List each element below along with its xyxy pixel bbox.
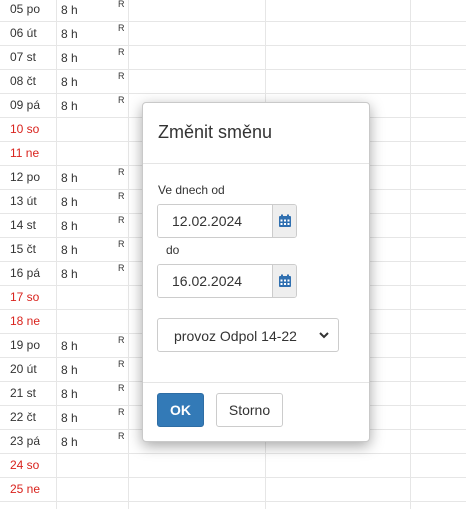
day-label: 10 so: [10, 122, 40, 136]
day-label: 09 pá: [10, 98, 41, 112]
shift-marker: R: [118, 23, 125, 33]
cancel-button[interactable]: Storno: [216, 393, 283, 427]
dialog-footer-divider: [143, 382, 369, 383]
day-label: 12 po: [10, 170, 41, 184]
dialog-header: Změnit směnu: [143, 103, 369, 164]
shift-hours: 8 h: [61, 171, 78, 185]
shift-marker: R: [118, 263, 125, 273]
shift-hours: 8 h: [61, 387, 78, 401]
calendar-row[interactable]: 24 so: [0, 454, 466, 478]
shift-hours: 8 h: [61, 363, 78, 377]
shift-hours: 8 h: [61, 75, 78, 89]
day-label: 14 st: [10, 218, 37, 232]
change-shift-dialog: Změnit směnu Ve dnech od do: [142, 102, 370, 442]
day-label: 24 so: [10, 458, 40, 472]
shift-hours: 8 h: [61, 195, 78, 209]
day-label: 22 čt: [10, 410, 37, 424]
day-label: 08 čt: [10, 74, 37, 88]
calendar-row[interactable]: 07 st 8 h R: [0, 46, 466, 70]
day-label: 06 út: [10, 26, 37, 40]
calendar-row[interactable]: 06 út 8 h R: [0, 22, 466, 46]
shift-marker: R: [118, 0, 125, 9]
chevron-down-icon: [319, 332, 329, 339]
day-label: 13 út: [10, 194, 37, 208]
calendar-row[interactable]: 08 čt 8 h R: [0, 70, 466, 94]
day-label: 07 st: [10, 50, 37, 64]
day-label: 11 ne: [10, 146, 40, 160]
shift-hours: 8 h: [61, 411, 78, 425]
date-to-calendar-button[interactable]: [272, 265, 296, 297]
shift-hours: 8 h: [61, 27, 78, 41]
date-to-label: do: [166, 243, 180, 257]
day-label: 15 čt: [10, 242, 37, 256]
day-label: 20 út: [10, 362, 37, 376]
date-from-calendar-button[interactable]: [272, 205, 296, 237]
shift-marker: R: [118, 239, 125, 249]
day-label: 05 po: [10, 2, 41, 16]
date-from-group: [157, 204, 297, 238]
shift-marker: R: [118, 359, 125, 369]
date-from-label: Ve dnech od: [158, 183, 225, 197]
ok-button[interactable]: OK: [157, 393, 204, 427]
shift-marker: R: [118, 407, 125, 417]
calendar-icon: [278, 214, 291, 227]
day-label: 17 so: [10, 290, 40, 304]
calendar-row[interactable]: 25 ne: [0, 478, 466, 502]
day-label: 16 pá: [10, 266, 41, 280]
calendar-row[interactable]: 05 po 8 h R: [0, 0, 466, 22]
shift-marker: R: [118, 191, 125, 201]
shift-select[interactable]: provoz Odpol 14-22: [157, 318, 339, 352]
shift-hours: 8 h: [61, 267, 78, 281]
shift-hours: 8 h: [61, 219, 78, 233]
day-label: 25 ne: [10, 482, 41, 496]
shift-hours: 8 h: [61, 339, 78, 353]
shift-select-value: provoz Odpol 14-22: [174, 328, 297, 344]
day-label: 18 ne: [10, 314, 41, 328]
dialog-title: Změnit směnu: [158, 122, 273, 142]
date-to-input[interactable]: [158, 265, 272, 297]
shift-marker: R: [118, 335, 125, 345]
shift-hours: 8 h: [61, 99, 78, 113]
date-from-input[interactable]: [158, 205, 272, 237]
day-label: 21 st: [10, 386, 37, 400]
shift-hours: 8 h: [61, 243, 78, 257]
shift-marker: R: [118, 383, 125, 393]
shift-marker: R: [118, 167, 125, 177]
calendar-icon: [278, 274, 291, 287]
shift-marker: R: [118, 71, 125, 81]
shift-hours: 8 h: [61, 51, 78, 65]
shift-marker: R: [118, 215, 125, 225]
shift-marker: R: [118, 95, 125, 105]
day-label: 19 po: [10, 338, 41, 352]
date-to-group: [157, 264, 297, 298]
shift-hours: 8 h: [61, 3, 78, 17]
shift-hours: 8 h: [61, 435, 78, 449]
shift-marker: R: [118, 431, 125, 441]
day-label: 23 pá: [10, 434, 41, 448]
shift-marker: R: [118, 47, 125, 57]
